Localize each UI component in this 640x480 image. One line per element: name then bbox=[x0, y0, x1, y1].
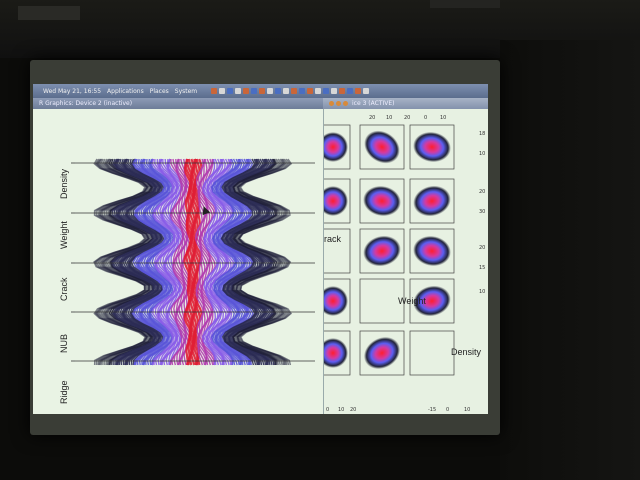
scatterplot-matrix-canvas: rack Weight Density 20 10 20 0 10 0 10 20 -15 0 10… bbox=[315, 115, 485, 413]
tray-icon[interactable] bbox=[251, 88, 258, 94]
tick-label: 20 bbox=[479, 245, 485, 251]
tray-icon[interactable] bbox=[307, 88, 314, 94]
tray-icon[interactable] bbox=[315, 88, 322, 94]
tray-icon[interactable] bbox=[211, 88, 218, 94]
diag-label-density: Density bbox=[451, 347, 482, 357]
tray-icon[interactable] bbox=[267, 88, 274, 94]
tick-label: 10 bbox=[464, 407, 470, 413]
tick-label: -15 bbox=[428, 407, 436, 413]
axis-label-density: Density bbox=[59, 168, 69, 199]
tray-icon[interactable] bbox=[275, 88, 282, 94]
parallel-lines bbox=[93, 158, 293, 366]
scatter-window-titlebar[interactable]: ice 3 (ACTIVE) bbox=[323, 98, 488, 109]
scatter-point-cloud bbox=[413, 235, 451, 267]
tick-label: 20 bbox=[369, 115, 375, 121]
tray-icon[interactable] bbox=[299, 88, 306, 94]
tray-icon[interactable] bbox=[323, 88, 330, 94]
tray-icon[interactable] bbox=[283, 88, 290, 94]
tick-label: 20 bbox=[479, 189, 485, 195]
axis-label-ridge: Ridge bbox=[59, 380, 69, 404]
scatter-point-cloud bbox=[413, 131, 451, 163]
scatter-point-cloud bbox=[318, 286, 348, 316]
close-button[interactable] bbox=[343, 101, 348, 106]
clock[interactable]: Wed May 21, 16:55 bbox=[43, 88, 101, 95]
diag-label-weight: Weight bbox=[398, 296, 426, 306]
axis-label-nub: NUB bbox=[59, 334, 69, 353]
menu-applications[interactable]: Applications bbox=[107, 88, 144, 95]
tick-label: 10 bbox=[386, 115, 392, 121]
tick-label: 0 bbox=[424, 115, 427, 121]
tray-icon[interactable] bbox=[243, 88, 250, 94]
tray-icon[interactable] bbox=[259, 88, 266, 94]
scatter-point-cloud bbox=[318, 186, 348, 216]
parallel-coordinates-canvas: Density Weight Crack NUB Ridge bbox=[59, 158, 315, 404]
menu-system[interactable]: System bbox=[175, 88, 197, 95]
tray-icon[interactable] bbox=[339, 88, 346, 94]
scatter-cells bbox=[315, 124, 455, 376]
scatter-point-cloud bbox=[363, 235, 401, 267]
maximize-button[interactable] bbox=[336, 101, 341, 106]
minimize-button[interactable] bbox=[329, 101, 334, 106]
projected-desktop: Wed May 21, 16:55 Applications Places Sy… bbox=[33, 84, 488, 414]
scatterplot-matrix: rack Weight Density 20 10 20 0 10 0 10 20 -15 0 10… bbox=[315, 109, 488, 414]
tick-label: 10 bbox=[338, 407, 344, 413]
graphics-window-titlebar[interactable]: R Graphics: Device 2 (inactive) bbox=[33, 98, 323, 109]
tray-icon[interactable] bbox=[235, 88, 242, 94]
tray-icon[interactable] bbox=[227, 88, 234, 94]
axis-label-weight: Weight bbox=[59, 221, 69, 249]
axis-labels: Density Weight Crack NUB Ridge bbox=[59, 168, 69, 404]
tick-label: 20 bbox=[404, 115, 410, 121]
tray-icon[interactable] bbox=[363, 88, 370, 94]
ceiling-vent bbox=[430, 0, 500, 8]
scatter-point-cloud bbox=[318, 338, 348, 368]
tick-label: 0 bbox=[326, 407, 329, 413]
tick-label: 30 bbox=[479, 209, 485, 215]
tray-icon[interactable] bbox=[219, 88, 226, 94]
tick-label: 15 bbox=[479, 265, 485, 271]
system-tray[interactable] bbox=[211, 88, 370, 94]
parallel-coordinates-plot: Density Weight Crack NUB Ridge bbox=[33, 109, 323, 414]
tray-icon[interactable] bbox=[347, 88, 354, 94]
tray-icon[interactable] bbox=[355, 88, 362, 94]
window-title: ice 3 (ACTIVE) bbox=[352, 100, 395, 107]
tray-icon[interactable] bbox=[331, 88, 338, 94]
scatter-point-cloud bbox=[364, 130, 400, 164]
diagonal-labels: rack Weight Density bbox=[324, 234, 482, 357]
gnome-top-panel: Wed May 21, 16:55 Applications Places Sy… bbox=[33, 84, 488, 98]
window-title: R Graphics: Device 2 (inactive) bbox=[39, 100, 133, 107]
scatter-point-cloud bbox=[318, 132, 348, 162]
axis-label-crack: Crack bbox=[59, 277, 69, 301]
tick-label: 10 bbox=[479, 151, 485, 157]
scatter-point-cloud bbox=[363, 185, 401, 217]
scatter-point-cloud bbox=[413, 185, 451, 217]
diag-label-crack: rack bbox=[324, 234, 342, 244]
tray-icon[interactable] bbox=[291, 88, 298, 94]
room-wall bbox=[500, 40, 640, 480]
tick-label: 10 bbox=[479, 289, 485, 295]
scatter-point-cloud bbox=[363, 336, 401, 370]
window-controls bbox=[329, 101, 348, 106]
scatter-cell-frame bbox=[409, 330, 455, 376]
menu-places[interactable]: Places bbox=[150, 88, 169, 95]
tick-label: 0 bbox=[446, 407, 449, 413]
tick-label: 18 bbox=[479, 131, 485, 137]
tick-label: 10 bbox=[440, 115, 446, 121]
tick-label: 20 bbox=[350, 407, 356, 413]
ceiling-vent bbox=[18, 6, 80, 20]
